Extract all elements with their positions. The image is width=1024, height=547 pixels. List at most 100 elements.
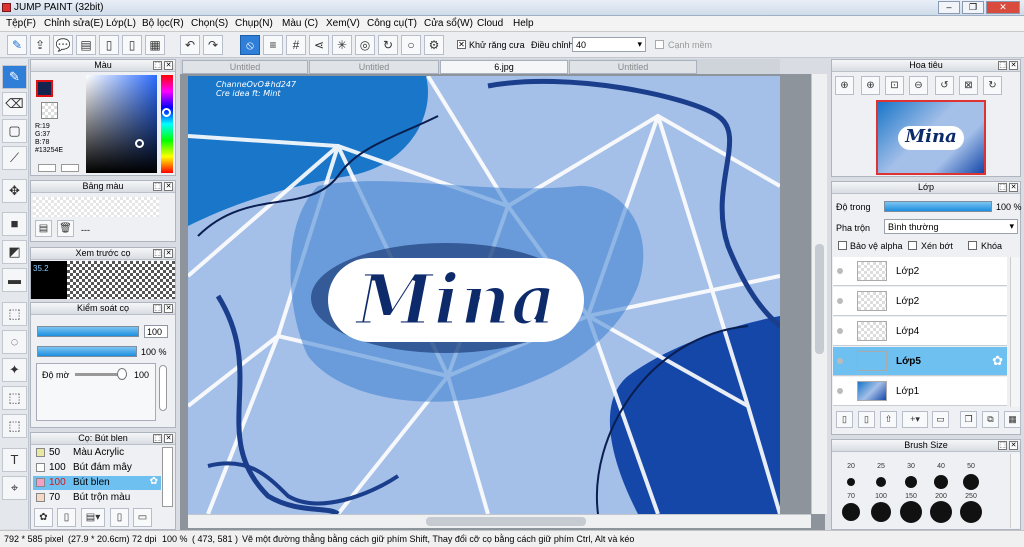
blur-slider-thumb[interactable]: [117, 368, 127, 380]
menu-color[interactable]: Màu (C): [282, 18, 318, 29]
brush-doc-icon[interactable]: ▯: [110, 508, 129, 527]
document-icon[interactable]: ▯: [122, 35, 142, 55]
layer-row[interactable]: Lớp4: [833, 317, 1007, 346]
brush-list-item[interactable]: 100 Bút đám mây: [33, 461, 161, 475]
curve-ruler-icon[interactable]: ↻: [378, 35, 398, 55]
artwork-canvas[interactable]: Mina ChanneOvO#hd247 Cre idea ft: Mint: [188, 76, 780, 514]
lock-checkbox[interactable]: [968, 241, 977, 250]
soft-edge-checkbox[interactable]: [655, 40, 664, 49]
zoom-out-icon[interactable]: ⊖: [909, 76, 928, 95]
rotate-right-icon[interactable]: ↻: [983, 76, 1002, 95]
maximize-button[interactable]: ❐: [962, 1, 984, 14]
float-icon[interactable]: ⬚: [998, 441, 1007, 450]
text-tool-icon[interactable]: T: [2, 448, 27, 472]
layer-row[interactable]: Lớp1: [833, 377, 1007, 406]
layer-opacity-bar[interactable]: [884, 201, 992, 212]
rotate-left-icon[interactable]: ↺: [935, 76, 954, 95]
layer-add-menu-icon[interactable]: +▾: [902, 411, 928, 428]
layer-merge-icon[interactable]: ⧉: [982, 411, 999, 428]
menu-cloud[interactable]: Cloud: [477, 18, 503, 29]
background-color-swatch[interactable]: [41, 102, 58, 119]
brush-size-dot[interactable]: [905, 476, 917, 488]
layer-duplicate-icon[interactable]: ❐: [960, 411, 977, 428]
visibility-icon[interactable]: [837, 388, 843, 394]
color-mode-button-2[interactable]: [61, 164, 79, 172]
brush-opacity-bar[interactable]: [37, 346, 137, 357]
brush-size-dot[interactable]: [847, 478, 855, 486]
tab-untitled-2[interactable]: Untitled: [309, 60, 439, 74]
layer-settings-icon[interactable]: ✿: [992, 353, 1003, 369]
panel-close-icon[interactable]: ✕: [1009, 61, 1018, 70]
visibility-icon[interactable]: [837, 268, 843, 274]
layer-list-scrollbar[interactable]: [1010, 257, 1020, 407]
brush-size-scrollbar[interactable]: [1010, 454, 1020, 528]
float-icon[interactable]: ⬚: [998, 61, 1007, 70]
color-mode-button[interactable]: [38, 164, 56, 172]
brush-folder-icon[interactable]: ▭: [133, 508, 152, 527]
brush-size-bar[interactable]: [37, 326, 139, 337]
layer-delete-icon[interactable]: ▦: [1004, 411, 1021, 428]
lasso-tool-icon[interactable]: ◌: [2, 330, 27, 354]
menu-select[interactable]: Chọn(S): [191, 18, 228, 29]
grid-ruler-icon[interactable]: #: [286, 35, 306, 55]
undo-icon[interactable]: ↶: [180, 35, 200, 55]
tab-untitled-1[interactable]: Untitled: [182, 60, 308, 74]
ruler-settings-icon[interactable]: ⚙: [424, 35, 444, 55]
float-icon[interactable]: ⬚: [998, 183, 1007, 192]
brush-settings-icon[interactable]: ✿: [34, 508, 53, 527]
clip-checkbox[interactable]: [908, 241, 917, 250]
eyedropper-icon[interactable]: ⌖: [2, 476, 27, 500]
brush-menu-icon[interactable]: ▤▾: [81, 508, 105, 527]
panel-close-icon[interactable]: ✕: [164, 61, 173, 70]
zoom-plus-icon[interactable]: ⊕: [861, 76, 880, 95]
canvas-horizontal-scrollbar[interactable]: [188, 514, 811, 528]
layer-row[interactable]: Lớp2: [833, 257, 1007, 286]
hue-slider[interactable]: [161, 75, 173, 173]
brush-size-dot[interactable]: [934, 475, 948, 489]
minimize-button[interactable]: –: [938, 1, 960, 14]
select-eraser-icon[interactable]: ⬚: [2, 414, 27, 438]
fit-window-icon[interactable]: ⊠: [959, 76, 978, 95]
brush-size-dot[interactable]: [930, 501, 952, 523]
brush-size-value[interactable]: 100: [144, 325, 168, 338]
new-layer-icon[interactable]: ▯: [836, 411, 853, 428]
layer-row[interactable]: Lớp5 ✿: [833, 347, 1007, 376]
float-icon[interactable]: ⬚: [153, 61, 162, 70]
float-icon[interactable]: ⬚: [153, 249, 162, 258]
select-pen-icon[interactable]: ⬚: [2, 386, 27, 410]
brush-size-dot[interactable]: [871, 502, 891, 522]
blend-mode-combobox[interactable]: Bình thường ▾: [884, 219, 1018, 234]
menu-filter[interactable]: Bộ lọc(R): [142, 18, 184, 29]
brush-size-dot[interactable]: [876, 477, 886, 487]
grid-layout-icon[interactable]: ▦: [145, 35, 165, 55]
eraser-tool-icon[interactable]: ⌫: [2, 92, 27, 116]
foreground-color-swatch[interactable]: [36, 80, 53, 97]
menu-tools[interactable]: Công cụ(T): [367, 18, 417, 29]
fit-icon[interactable]: ⊡: [885, 76, 904, 95]
select-rect-icon[interactable]: ▢: [2, 119, 27, 143]
pen-tool-icon[interactable]: ✎: [7, 35, 27, 55]
panel-close-icon[interactable]: ✕: [164, 434, 173, 443]
circle-ruler-icon[interactable]: ○: [401, 35, 421, 55]
layer-row[interactable]: Lớp2: [833, 287, 1007, 316]
panel-close-icon[interactable]: ✕: [1009, 441, 1018, 450]
brush-tool-icon[interactable]: ✎: [2, 65, 27, 89]
panel-close-icon[interactable]: ✕: [164, 182, 173, 191]
float-icon[interactable]: ⬚: [153, 304, 162, 313]
panel-close-icon[interactable]: ✕: [164, 304, 173, 313]
magic-wand-icon[interactable]: ✦: [2, 358, 27, 382]
hscroll-thumb[interactable]: [426, 517, 586, 526]
page-icon[interactable]: ▯: [99, 35, 119, 55]
layer-up-icon[interactable]: ⇧: [880, 411, 897, 428]
menu-help[interactable]: Help: [513, 18, 534, 29]
menu-window[interactable]: Cửa sổ(W): [424, 18, 473, 29]
visibility-icon[interactable]: [837, 328, 843, 334]
menu-view[interactable]: Xem(V): [326, 18, 360, 29]
radial-ruler-icon[interactable]: ✳: [332, 35, 352, 55]
no-ruler-icon[interactable]: ⦸: [240, 35, 260, 55]
concentric-ruler-icon[interactable]: ◎: [355, 35, 375, 55]
navigator-thumbnail[interactable]: Mina: [876, 100, 986, 175]
brush-list-item[interactable]: 100 Bút blen ✿: [33, 476, 161, 490]
perspective-ruler-icon[interactable]: ⋖: [309, 35, 329, 55]
menu-layer[interactable]: Lớp(L): [106, 18, 136, 29]
